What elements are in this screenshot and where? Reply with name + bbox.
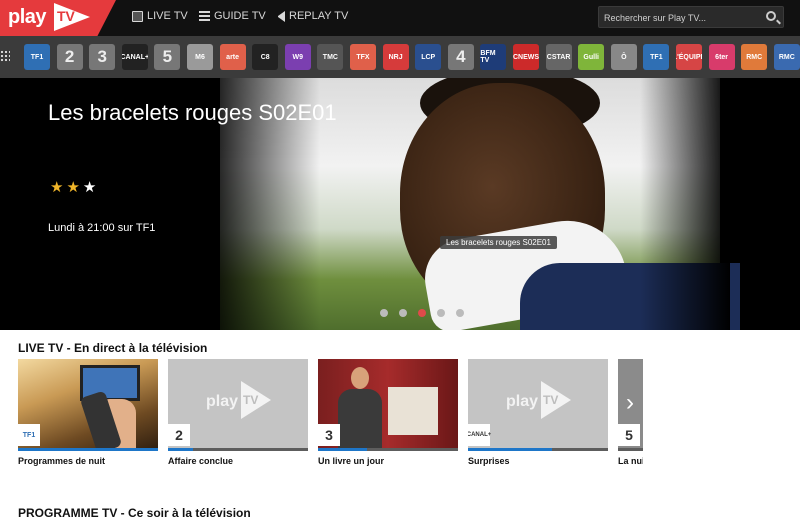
live-card-title[interactable]: La nuit (618, 456, 643, 466)
hero-tooltip: Les bracelets rouges S02E01 (440, 236, 557, 249)
list-icon (199, 10, 210, 22)
channel-logo[interactable]: TF1 (24, 44, 50, 70)
channel-logo[interactable]: arte (219, 44, 246, 70)
channel-logo[interactable]: CANAL+ (121, 44, 148, 70)
carousel-dot[interactable] (437, 309, 445, 317)
live-card[interactable]: play TV 2 Affaire conclue (168, 359, 308, 467)
studio-screen-image (388, 387, 438, 435)
progress-bar (168, 448, 194, 451)
tv-icon (132, 10, 143, 22)
channel-badge: 2 (168, 424, 190, 446)
live-card-thumbnail[interactable]: TF1 (18, 359, 158, 451)
live-card-title[interactable]: Affaire conclue (168, 456, 233, 466)
channel-logo[interactable]: W9 (284, 44, 311, 70)
carousel-dot[interactable] (380, 309, 388, 317)
placeholder-tv-text: TV (543, 393, 559, 407)
live-card-title[interactable]: Programmes de nuit (18, 456, 105, 466)
channel-logo[interactable]: 4 (447, 44, 474, 70)
channel-badge: 3 (318, 424, 340, 446)
channel-logo[interactable]: CSTAR (545, 44, 572, 70)
play-tv-logo[interactable]: play TV (0, 0, 116, 36)
placeholder-logo-icon: TV (241, 381, 271, 419)
live-card[interactable]: TF1 Programmes de nuit (18, 359, 158, 467)
live-card-thumbnail[interactable]: 3 (318, 359, 458, 451)
carousel-dot[interactable] (399, 309, 407, 317)
channel-logo[interactable]: Gulli (578, 44, 605, 70)
placeholder-tv-text: TV (243, 393, 259, 407)
channel-logo[interactable]: CNEWS (513, 44, 539, 70)
placeholder-play-text: play (206, 393, 239, 410)
progress-bar (18, 448, 158, 451)
nav-replay-tv[interactable]: REPLAY TV (274, 10, 348, 22)
channel-logo[interactable]: 5 (154, 44, 181, 70)
star-filled-icon: ★ (66, 179, 80, 196)
hero-title[interactable]: Les bracelets rouges S02E01 (48, 100, 337, 126)
live-section-title: LIVE TV - En direct à la télévision (18, 341, 208, 355)
live-card[interactable]: 3 Un livre un jour (318, 359, 458, 467)
channel-logo[interactable]: Ô (610, 44, 637, 70)
carousel-dot[interactable] (418, 309, 426, 317)
live-card[interactable]: play TV CANAL+ Surprises (468, 359, 608, 467)
hero-schedule: Lundi à 21:00 sur TF1 (48, 222, 156, 234)
placeholder-play-text: play (506, 393, 539, 410)
channel-logo[interactable]: 2 (56, 44, 83, 70)
search-box (598, 6, 784, 28)
live-card-thumbnail[interactable]: play TV 2 (168, 359, 308, 451)
hero-banner[interactable]: Les bracelets rouges S02E01 ★ ★ ★ Lundi à … (0, 78, 800, 330)
channel-logo[interactable]: RMC (773, 44, 800, 70)
channel-logo[interactable]: C8 (252, 44, 279, 70)
star-empty-icon: ★ (82, 179, 97, 196)
channel-logo[interactable]: NRJ (382, 44, 409, 70)
carousel-dots (380, 309, 464, 317)
channel-badge: TF1 (18, 424, 40, 446)
logo-play-arrow-icon: TV (54, 3, 90, 31)
logo-play-text: play (8, 6, 47, 28)
channel-badge: 5 (618, 424, 640, 446)
live-card-thumbnail[interactable]: › 5 (618, 359, 643, 451)
nav-live-tv[interactable]: LIVE TV (132, 10, 188, 22)
nav-guide-tv-label: GUIDE TV (214, 10, 266, 22)
search-input[interactable] (604, 10, 759, 25)
rating-stars: ★ ★ ★ (50, 180, 96, 195)
channel-logo[interactable]: TMC (317, 44, 344, 70)
presenter-body-image (338, 389, 382, 451)
placeholder-logo-icon: TV (541, 381, 571, 419)
programme-section-title: PROGRAMME TV - Ce soir à la télévision (18, 506, 251, 520)
live-card[interactable]: ›5La nuit (618, 359, 643, 467)
channel-logo[interactable]: BFM TV (480, 44, 507, 70)
live-card-title[interactable]: Surprises (468, 456, 510, 466)
channel-logo[interactable]: M6 (187, 44, 213, 70)
channel-logo[interactable]: RMC (741, 44, 768, 70)
channel-logo[interactable]: TF1 (643, 44, 670, 70)
channel-logo[interactable]: LCP (415, 44, 442, 70)
logo-tv-text: TV (57, 8, 75, 24)
chevron-right-icon[interactable]: › (626, 389, 634, 417)
replay-icon (274, 10, 285, 22)
nav-live-tv-label: LIVE TV (147, 10, 188, 22)
presenter-head-image (351, 367, 369, 389)
channel-badge: CANAL+ (468, 424, 491, 446)
grid-menu-icon[interactable] (0, 50, 10, 62)
nav-guide-tv[interactable]: GUIDE TV (199, 10, 266, 22)
live-card-thumbnail[interactable]: play TV CANAL+ (468, 359, 608, 451)
hero-fade-right (640, 78, 730, 330)
progress-bar (318, 448, 367, 451)
search-icon[interactable] (766, 11, 776, 21)
top-header: play TV LIVE TV GUIDE TV REPLAY TV (0, 0, 800, 36)
channel-logo[interactable]: L'ÉQUIPE (676, 44, 702, 70)
nav-replay-tv-label: REPLAY TV (289, 10, 349, 22)
channel-logo[interactable]: 3 (89, 44, 116, 70)
channel-logo[interactable]: 6ter (708, 44, 735, 70)
channel-strip: TF1 2 3 CANAL+ 5 M6 arte C8 W9 TMC TFX NRJ LCP 4 BFM T… (0, 36, 800, 78)
star-filled-icon: ★ (50, 179, 64, 196)
channel-logo[interactable]: TFX (350, 44, 376, 70)
live-card-title[interactable]: Un livre un jour (318, 456, 384, 466)
progress-bar (468, 448, 552, 451)
carousel-dot[interactable] (456, 309, 464, 317)
progress-track (618, 448, 643, 451)
